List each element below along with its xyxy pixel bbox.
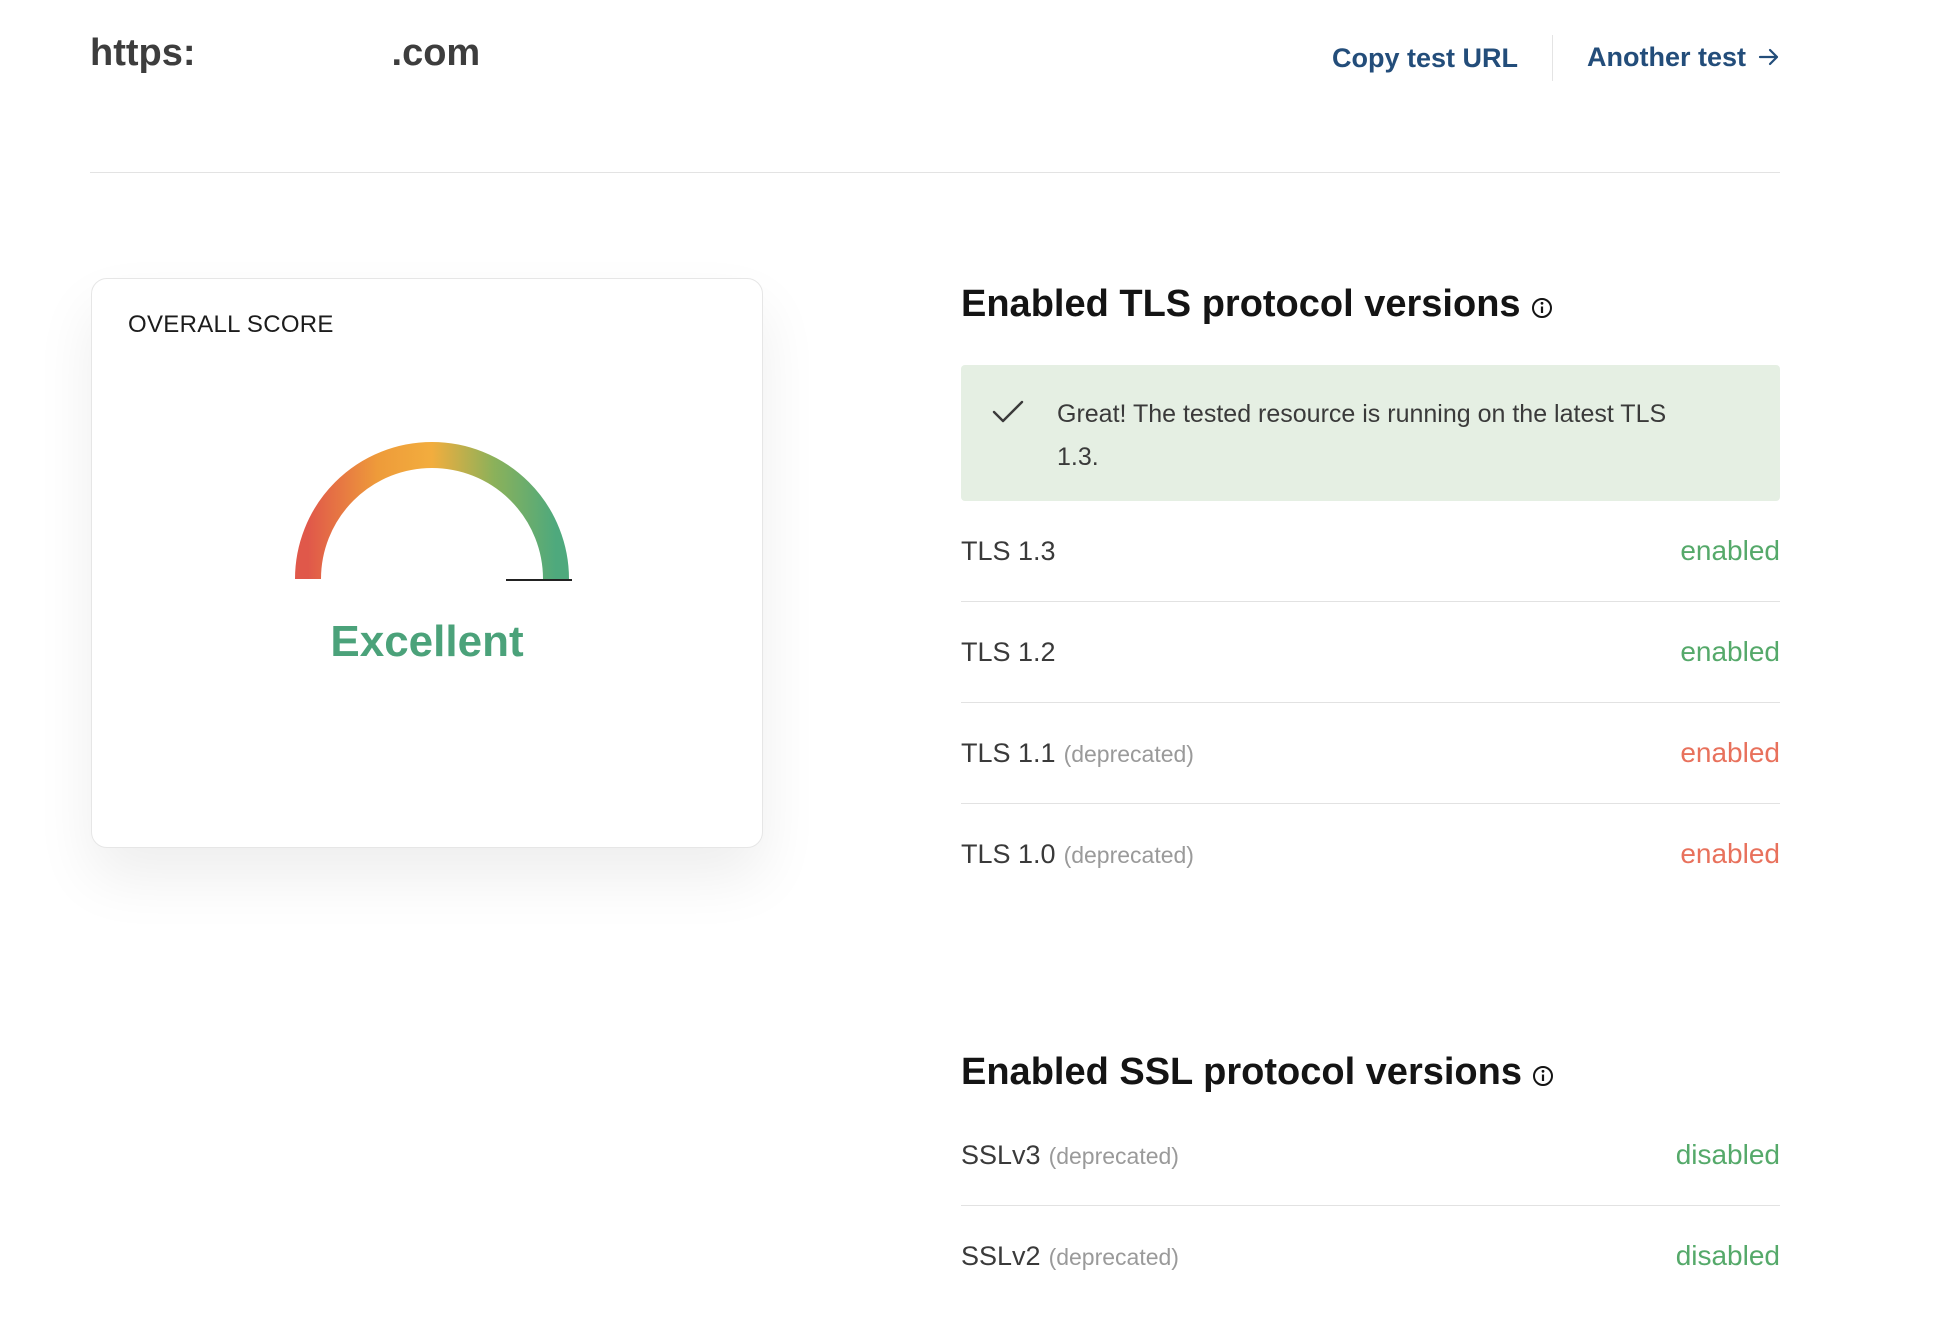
score-rating: Excellent — [330, 617, 524, 666]
protocol-status: enabled — [1680, 535, 1780, 566]
notice-text: Great! The tested resource is running on… — [1057, 400, 1667, 471]
protocol-row: TLS 1.0 (deprecated) enabled — [961, 804, 1780, 904]
protocol-status: enabled — [1680, 838, 1780, 869]
tls-section-title: Enabled TLS protocol versions — [961, 280, 1780, 329]
tls-title-text: Enabled TLS protocol versions — [961, 283, 1521, 325]
another-test-label: Another test — [1586, 41, 1746, 72]
protocol-name: SSLv3 — [961, 1139, 1041, 1170]
protocol-status: enabled — [1680, 636, 1780, 667]
protocol-row: SSLv2 (deprecated) disabled — [961, 1206, 1780, 1306]
header: https: .com Copy test URL Another test — [90, 30, 1780, 110]
protocol-name: SSLv2 — [961, 1240, 1041, 1271]
ssl-protocol-list: SSLv3 (deprecated) disabled SSLv2 (deprecate… — [961, 1105, 1780, 1306]
protocol-row: TLS 1.2 enabled — [961, 602, 1780, 703]
protocol-name: TLS 1.2 — [961, 636, 1056, 667]
url-prefix: https: — [90, 32, 196, 74]
protocol-name: TLS 1.1 — [961, 737, 1056, 768]
protocol-row: TLS 1.3 enabled — [961, 501, 1780, 602]
deprecated-note: (deprecated) — [1063, 740, 1194, 767]
protocol-status: disabled — [1675, 1139, 1780, 1170]
deprecated-note: (deprecated) — [1063, 841, 1194, 868]
page: https: .com Copy test URL Another test OV… — [0, 0, 1946, 1344]
protocol-label: TLS 1.0 (deprecated) — [961, 839, 1194, 870]
tls-protocol-list: TLS 1.3 enabled TLS 1.2 enabled TLS 1.1 (depr… — [961, 501, 1780, 904]
header-separator — [1551, 35, 1553, 81]
protocol-label: TLS 1.3 — [961, 536, 1056, 567]
gauge-arc — [295, 442, 569, 580]
tls-success-notice: Great! The tested resource is running on… — [961, 365, 1780, 501]
protocol-name: TLS 1.3 — [961, 535, 1056, 566]
score-card-title: OVERALL SCORE — [128, 311, 334, 338]
deprecated-note: (deprecated) — [1048, 1142, 1179, 1169]
copy-test-url-link[interactable]: Copy test URL — [1332, 43, 1518, 74]
header-divider — [90, 172, 1780, 173]
another-test-link[interactable]: Another test — [1587, 42, 1780, 74]
tested-site-url: https: .com — [90, 32, 480, 75]
protocol-name: TLS 1.0 — [961, 838, 1056, 869]
header-actions: Copy test URL Another test — [1332, 34, 1780, 82]
tls-section: Enabled TLS protocol versions Great! The… — [961, 280, 1780, 904]
deprecated-note: (deprecated) — [1048, 1243, 1179, 1270]
arrow-right-icon — [1758, 43, 1780, 74]
url-suffix: .com — [391, 32, 481, 74]
ssl-section: Enabled SSL protocol versions SSLv3 (depr… — [961, 1048, 1780, 1306]
protocol-row: SSLv3 (deprecated) disabled — [961, 1105, 1780, 1206]
protocol-label: TLS 1.1 (deprecated) — [961, 738, 1194, 769]
overall-score-card: OVERALL SCORE Excellent — [91, 278, 763, 848]
protocol-status: disabled — [1675, 1240, 1780, 1271]
protocol-row: TLS 1.1 (deprecated) enabled — [961, 703, 1780, 804]
ssl-section-title: Enabled SSL protocol versions — [961, 1048, 1780, 1097]
check-icon — [991, 399, 1025, 430]
ssl-title-text: Enabled SSL protocol versions — [961, 1051, 1522, 1093]
info-icon[interactable] — [1532, 1054, 1554, 1097]
info-icon[interactable] — [1531, 286, 1553, 329]
protocol-status: enabled — [1680, 737, 1780, 768]
protocol-label: SSLv3 (deprecated) — [961, 1140, 1179, 1171]
protocol-label: SSLv2 (deprecated) — [961, 1241, 1179, 1272]
score-gauge — [282, 439, 574, 599]
protocol-label: TLS 1.2 — [961, 637, 1056, 668]
